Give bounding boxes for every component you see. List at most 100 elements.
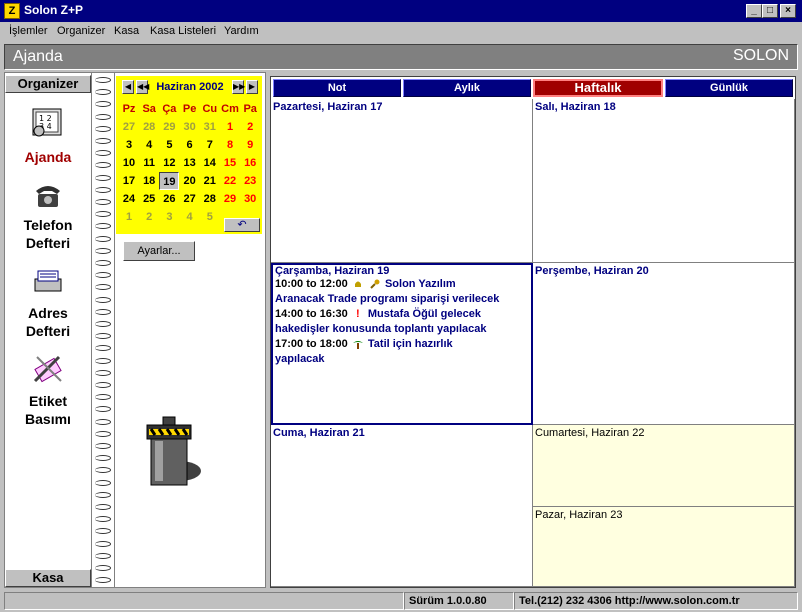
title-bar: Z Solon Z+P _ □ × — [0, 0, 802, 22]
day-sunday[interactable]: Pazar, Haziran 23 — [533, 507, 795, 587]
calendar-day[interactable]: 6 — [180, 136, 200, 154]
calendar-day[interactable]: 10 — [119, 154, 139, 172]
calendar-day[interactable]: 15 — [220, 154, 240, 172]
event-3-desc[interactable]: yapılacak — [275, 352, 535, 367]
nav-telefon-label1[interactable]: Telefon — [5, 217, 91, 233]
event-3-time: 17:00 to 18:00 — [275, 338, 348, 350]
menu-yardim[interactable]: Yardım — [224, 25, 259, 37]
day-tuesday[interactable]: Salı, Haziran 18 — [533, 99, 795, 263]
spiral-ring — [95, 272, 111, 279]
menu-kasa[interactable]: Kasa — [114, 25, 139, 37]
calendar-day[interactable]: 2 — [139, 208, 159, 226]
calendar-day[interactable]: 1 — [220, 118, 240, 136]
calendar-day[interactable]: 27 — [180, 190, 200, 208]
calendar-dow-label: Pe — [182, 103, 197, 115]
calendar-day[interactable]: 12 — [159, 154, 179, 172]
event-1-time-row[interactable]: 10:00 to 12:00 Solon Yazılım — [275, 277, 535, 292]
calendar-day[interactable]: 7 — [200, 136, 220, 154]
calendar-day[interactable]: 26 — [159, 190, 179, 208]
exclamation-icon: ! — [355, 308, 360, 321]
nav-adres-label2[interactable]: Defteri — [5, 323, 91, 339]
tab-aylik[interactable]: Aylık — [403, 79, 531, 97]
day-saturday[interactable]: Cumartesi, Haziran 22 — [533, 425, 795, 507]
calendar-day-today[interactable]: 19 — [159, 172, 180, 190]
calendar-day[interactable]: 27 — [119, 118, 139, 136]
calendar-dow-label: Ça — [162, 103, 177, 115]
event-1-desc[interactable]: Aranacak Trade programı siparişi verilec… — [275, 292, 535, 307]
calendar-day[interactable]: 23 — [240, 172, 260, 190]
prev-year-icon[interactable]: ◀◀ — [136, 80, 149, 94]
calendar-day[interactable]: 4 — [180, 208, 200, 226]
calendar-day[interactable]: 8 — [220, 136, 240, 154]
calendar-day[interactable]: 21 — [200, 172, 220, 190]
calendar-day[interactable]: 25 — [139, 190, 159, 208]
telephone-icon[interactable] — [31, 179, 65, 211]
event-1-title: Solon Yazılım — [384, 278, 456, 290]
menu-organizer[interactable]: Organizer — [57, 25, 105, 37]
calendar-day[interactable]: 3 — [119, 136, 139, 154]
day-thursday[interactable]: Perşembe, Haziran 20 — [533, 263, 795, 425]
spiral-ring — [95, 565, 111, 571]
calendar-day[interactable]: 22 — [220, 172, 240, 190]
menu-kasa-listeleri[interactable]: Kasa Listeleri — [150, 25, 216, 37]
calendar-day[interactable]: 14 — [200, 154, 220, 172]
calendar-day[interactable]: 29 — [220, 190, 240, 208]
nav-ajanda[interactable]: Ajanda — [5, 149, 91, 165]
nav-etiket-label2[interactable]: Basımı — [5, 411, 91, 427]
next-year-icon[interactable]: ▶▶ — [232, 80, 245, 94]
calendar-day[interactable]: 13 — [180, 154, 200, 172]
settings-button[interactable]: Ayarlar... — [123, 241, 195, 261]
calendar-day[interactable]: 2 — [240, 118, 260, 136]
label-print-icon[interactable] — [31, 353, 65, 385]
calendar-day[interactable]: 3 — [159, 208, 179, 226]
day-wednesday[interactable]: Çarşamba, Haziran 19 10:00 to 12:00 Solo… — [271, 263, 533, 425]
address-book-icon[interactable] — [31, 265, 65, 297]
nav-etiket-label1[interactable]: Etiket — [5, 393, 91, 409]
calendar-today-button[interactable]: ↶ — [224, 218, 260, 232]
tab-haftalik[interactable]: Haftalık — [533, 79, 663, 97]
spiral-ring — [95, 491, 111, 498]
organizer-header[interactable]: Organizer — [5, 75, 91, 93]
nav-telefon-label2[interactable]: Defteri — [5, 235, 91, 251]
calendar-icon[interactable]: 1 2 3 4 — [31, 107, 65, 139]
calendar-day[interactable]: 28 — [139, 118, 159, 136]
calendar-day[interactable]: 1 — [119, 208, 139, 226]
trash-bin-icon[interactable] — [145, 409, 205, 493]
calendar-day[interactable]: 30 — [180, 118, 200, 136]
day-friday[interactable]: Cuma, Haziran 21 — [271, 425, 533, 587]
calendar-day[interactable]: 30 — [240, 190, 260, 208]
nav-adres-label1[interactable]: Adres — [5, 305, 91, 321]
calendar-day[interactable]: 29 — [159, 118, 179, 136]
calendar-day[interactable]: 17 — [119, 172, 139, 190]
spiral-ring — [95, 516, 111, 523]
tab-gunluk[interactable]: Günlük — [665, 79, 793, 97]
calendar-day[interactable]: 11 — [139, 154, 159, 172]
kasa-header[interactable]: Kasa — [5, 569, 91, 587]
calendar-day[interactable]: 31 — [200, 118, 220, 136]
calendar-day[interactable]: 5 — [159, 136, 179, 154]
maximize-button[interactable]: □ — [762, 4, 778, 18]
tab-not[interactable]: Not — [273, 79, 401, 97]
calendar-day[interactable]: 16 — [240, 154, 260, 172]
menu-islemler[interactable]: İşlemler — [9, 25, 48, 37]
event-2-time-row[interactable]: 14:00 to 16:30 ! Mustafa Öğül gelecek — [275, 307, 535, 322]
spiral-ring — [95, 394, 111, 401]
event-2-desc[interactable]: hakedişler konusunda toplantı yapılacak — [275, 322, 535, 337]
calendar-day[interactable]: 4 — [139, 136, 159, 154]
close-button[interactable]: × — [780, 4, 796, 18]
spiral-ring — [95, 467, 111, 474]
minimize-button[interactable]: _ — [746, 4, 762, 18]
next-month-icon[interactable]: ▶ — [246, 80, 258, 94]
calendar-day[interactable]: 24 — [119, 190, 139, 208]
calendar-day[interactable]: 20 — [180, 172, 200, 190]
calendar-day[interactable]: 18 — [139, 172, 159, 190]
calendar-day[interactable]: 5 — [200, 208, 220, 226]
calendar-day[interactable]: 9 — [240, 136, 260, 154]
day-monday[interactable]: Pazartesi, Haziran 17 — [271, 99, 533, 263]
calendar-day[interactable]: 28 — [200, 190, 220, 208]
event-3-time-row[interactable]: 17:00 to 18:00 Tatil için hazırlık — [275, 337, 535, 352]
spiral-ring — [95, 89, 111, 96]
prev-month-icon[interactable]: ◀ — [122, 80, 134, 94]
spiral-ring — [95, 162, 111, 169]
spiral-ring — [95, 369, 111, 376]
